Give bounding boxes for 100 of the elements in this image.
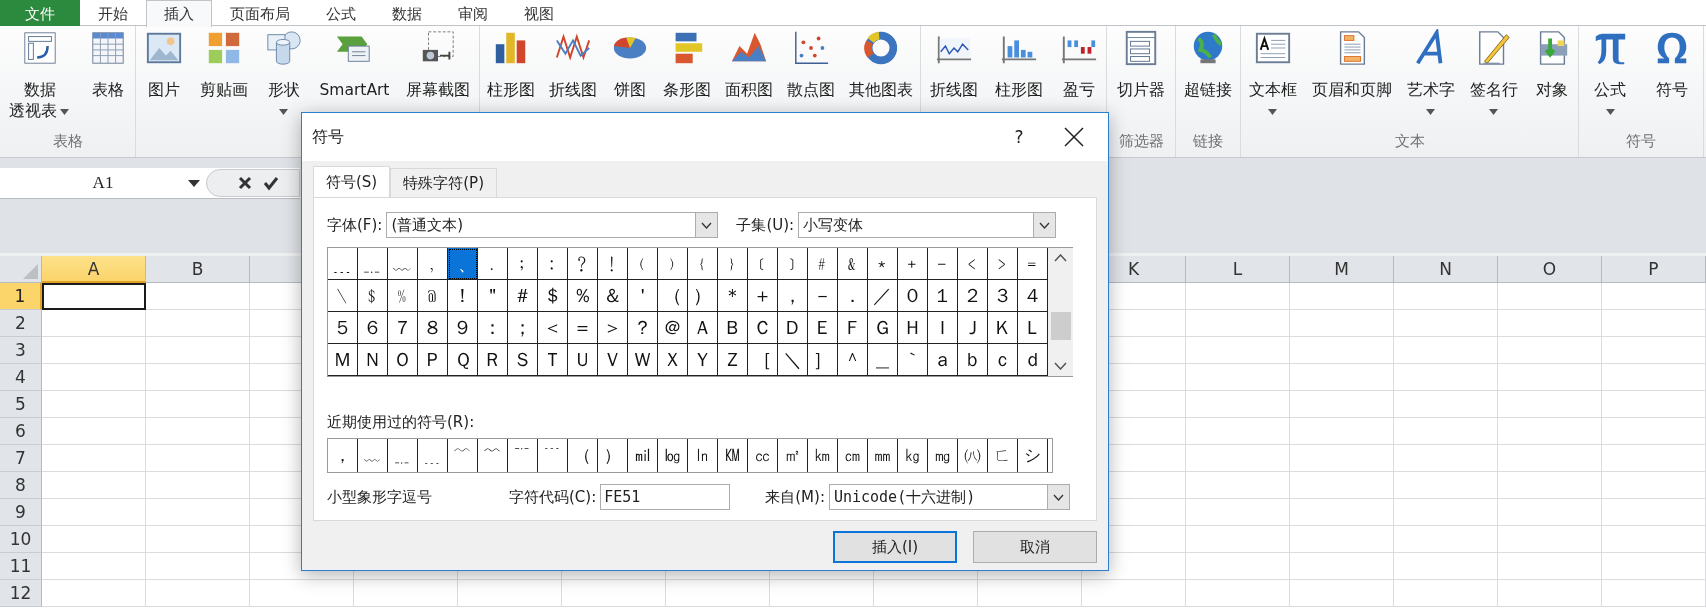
- symbol-cell[interactable]: ＼: [778, 344, 808, 376]
- dialog-tab[interactable]: 符号(S): [313, 166, 391, 197]
- ribbon-button[interactable]: 公式: [1590, 26, 1630, 129]
- symbol-cell[interactable]: ：: [478, 312, 508, 344]
- symbol-cell[interactable]: ＇: [628, 280, 658, 312]
- symbol-cell[interactable]: ＂: [478, 280, 508, 312]
- grid-cell[interactable]: [666, 580, 770, 607]
- column-header[interactable]: B: [146, 256, 250, 283]
- grid-cell[interactable]: [1082, 580, 1186, 607]
- row-header[interactable]: 8: [0, 472, 42, 499]
- ribbon-button[interactable]: 折线图: [928, 26, 979, 129]
- dropdown[interactable]: 小写变体: [798, 212, 1057, 238]
- grid-cell[interactable]: [1394, 310, 1498, 337]
- symbol-cell[interactable]: ；: [508, 312, 538, 344]
- file-tab[interactable]: 文件: [0, 0, 80, 26]
- column-header[interactable]: P: [1602, 256, 1706, 283]
- grid-cell[interactable]: [42, 310, 146, 337]
- symbol-cell[interactable]: ｃ: [988, 344, 1018, 376]
- grid-cell[interactable]: [1394, 445, 1498, 472]
- grid-cell[interactable]: [146, 553, 250, 580]
- symbol-cell[interactable]: Ｄ: [778, 312, 808, 344]
- symbol-cell[interactable]: Ｗ: [628, 344, 658, 376]
- symbol-cell[interactable]: ／: [868, 280, 898, 312]
- grid-cell[interactable]: [146, 364, 250, 391]
- grid-cell[interactable]: [42, 499, 146, 526]
- symbol-cell[interactable]: ＋: [748, 280, 778, 312]
- grid-cell[interactable]: [1498, 526, 1602, 553]
- grid-cell[interactable]: [1394, 499, 1498, 526]
- symbol-cell[interactable]: ﹒: [478, 248, 508, 280]
- grid-cell[interactable]: [770, 580, 874, 607]
- symbol-cell[interactable]: ﹫: [418, 280, 448, 312]
- grid-cell[interactable]: [42, 526, 146, 553]
- scrollbar-thumb[interactable]: [1050, 312, 1071, 340]
- symbol-cell[interactable]: ﹎: [358, 248, 388, 280]
- grid-cell[interactable]: [146, 445, 250, 472]
- symbol-cell[interactable]: ＿: [868, 344, 898, 376]
- grid-cell[interactable]: [146, 580, 250, 607]
- grid-cell[interactable]: [1186, 526, 1290, 553]
- symbol-cell[interactable]: Ｚ: [718, 344, 748, 376]
- symbol-cell[interactable]: １: [928, 280, 958, 312]
- symbol-cell[interactable]: ﹝: [748, 248, 778, 280]
- symbol-cell[interactable]: ﹍: [328, 248, 358, 280]
- symbol-cell[interactable]: ﹕: [538, 248, 568, 280]
- symbol-cell[interactable]: ﹔: [508, 248, 538, 280]
- symbol-cell[interactable]: ［: [748, 344, 778, 376]
- symbol-cell[interactable]: ｀: [898, 344, 928, 376]
- grid-cell[interactable]: [250, 580, 354, 607]
- ribbon-button[interactable]: 条形图: [662, 26, 712, 129]
- grid-cell[interactable]: [1394, 283, 1498, 310]
- grid-cell[interactable]: [1290, 553, 1394, 580]
- ribbon-button[interactable]: 签名行: [1468, 26, 1519, 129]
- symbol-cell[interactable]: ﹜: [718, 248, 748, 280]
- grid-cell[interactable]: [1498, 283, 1602, 310]
- ribbon-tab[interactable]: 开始: [80, 0, 146, 26]
- grid-cell[interactable]: [1498, 445, 1602, 472]
- ribbon-button[interactable]: 符号: [1652, 26, 1692, 129]
- ribbon-button[interactable]: 对象: [1531, 26, 1572, 129]
- symbol-cell[interactable]: Ｔ: [538, 344, 568, 376]
- grid-cell[interactable]: [1290, 391, 1394, 418]
- symbol-cell[interactable]: Ｈ: [898, 312, 928, 344]
- symbol-cell[interactable]: Ｖ: [598, 344, 628, 376]
- dialog-button[interactable]: 取消: [973, 531, 1097, 563]
- ribbon-button[interactable]: 艺术字: [1405, 26, 1456, 129]
- column-header[interactable]: N: [1394, 256, 1498, 283]
- symbol-cell[interactable]: ８: [418, 312, 448, 344]
- grid-cell[interactable]: [146, 391, 250, 418]
- symbol-cell[interactable]: ﹟: [808, 248, 838, 280]
- grid-cell[interactable]: [1290, 499, 1394, 526]
- symbol-cell[interactable]: ﹛: [688, 248, 718, 280]
- symbol-cell[interactable]: ｄ: [1018, 344, 1048, 376]
- grid-cell[interactable]: [1602, 553, 1706, 580]
- grid-cell[interactable]: [1290, 472, 1394, 499]
- grid-cell[interactable]: [1394, 337, 1498, 364]
- grid-cell[interactable]: [1498, 391, 1602, 418]
- row-header[interactable]: 12: [0, 580, 42, 607]
- help-button[interactable]: ?: [1004, 127, 1034, 147]
- grid-cell[interactable]: [1186, 337, 1290, 364]
- grid-cell[interactable]: [42, 580, 146, 607]
- symbol-cell[interactable]: ０: [898, 280, 928, 312]
- ribbon-button[interactable]: 形状: [263, 26, 304, 129]
- grid-cell[interactable]: [146, 310, 250, 337]
- grid-cell[interactable]: [1602, 364, 1706, 391]
- symbol-cell[interactable]: Ｘ: [658, 344, 688, 376]
- symbol-cell[interactable]: （: [658, 280, 688, 312]
- symbol-cell[interactable]: ﹐: [418, 248, 448, 280]
- grid-cell[interactable]: [1394, 526, 1498, 553]
- row-header[interactable]: 3: [0, 337, 42, 364]
- symbol-cell[interactable]: Ｇ: [868, 312, 898, 344]
- grid-cell[interactable]: [1186, 553, 1290, 580]
- column-header[interactable]: A: [42, 256, 146, 283]
- symbol-cell[interactable]: ＞: [598, 312, 628, 344]
- dialog-tab[interactable]: 特殊字符(P): [390, 168, 497, 197]
- ribbon-tab[interactable]: 审阅: [440, 0, 506, 26]
- symbol-cell[interactable]: ﹚: [658, 248, 688, 280]
- symbol-cell[interactable]: ａ: [928, 344, 958, 376]
- grid-cell[interactable]: [42, 391, 146, 418]
- grid-cell[interactable]: [146, 337, 250, 364]
- grid-cell[interactable]: [1186, 364, 1290, 391]
- symbol-cell[interactable]: ＝: [568, 312, 598, 344]
- grid-cell[interactable]: [42, 472, 146, 499]
